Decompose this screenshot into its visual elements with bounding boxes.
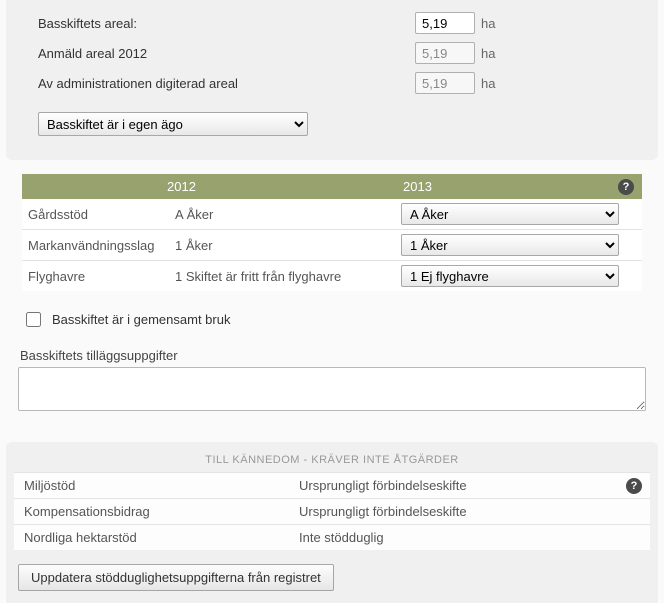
table-header-blank bbox=[22, 174, 167, 199]
shared-use-row: Basskiftet är i gemensamt bruk bbox=[18, 291, 646, 340]
row-2013-cell: 1 Åker bbox=[393, 230, 642, 261]
notice-row-value: Inte stödduglig bbox=[299, 530, 384, 545]
update-eligibility-button[interactable]: Uppdatera stödduglighetsuppgifterna från… bbox=[18, 564, 334, 591]
row-2012-value: 1 Skiftet är fritt från flyghavre bbox=[167, 261, 393, 292]
areal-row-1: Anmäld areal 2012 ha bbox=[20, 38, 644, 68]
row-2013-cell: A Åker bbox=[393, 199, 642, 230]
shared-use-label: Basskiftet är i gemensamt bruk bbox=[52, 312, 230, 327]
row-label: Markanvändningsslag bbox=[22, 230, 167, 261]
notice-row-value: Ursprungligt förbindelseskifte bbox=[299, 478, 467, 493]
markanvandning-select[interactable]: 1 Åker bbox=[401, 234, 619, 256]
gardsstod-select[interactable]: A Åker bbox=[401, 203, 619, 225]
extra-info-textarea[interactable] bbox=[18, 367, 646, 411]
anmald-areal-input bbox=[415, 42, 475, 64]
unit-label: ha bbox=[481, 46, 495, 61]
areal-label: Basskiftets areal: bbox=[20, 16, 415, 31]
notice-row: Nordliga hektarstöd Inte stödduglig bbox=[14, 524, 650, 550]
row-label: Gårdsstöd bbox=[22, 199, 167, 230]
row-2012-value: A Åker bbox=[167, 199, 393, 230]
areal-label: Anmäld areal 2012 bbox=[20, 46, 415, 61]
notice-row-label: Miljöstöd bbox=[24, 478, 299, 493]
unit-label: ha bbox=[481, 76, 495, 91]
row-2013-cell: 1 Ej flyghavre bbox=[393, 261, 642, 292]
update-button-wrap: Uppdatera stödduglighetsuppgifterna från… bbox=[14, 550, 650, 591]
areal-row-2: Av administrationen digiterad areal ha bbox=[20, 68, 644, 98]
ownership-select-wrap: Basskiftet är i egen ägo bbox=[20, 98, 644, 140]
notice-row-value: Ursprungligt förbindelseskifte bbox=[299, 504, 467, 519]
table-row: Markanvändningsslag 1 Åker 1 Åker bbox=[22, 230, 642, 261]
row-2012-value: 1 Åker bbox=[167, 230, 393, 261]
notice-row-label: Kompensationsbidrag bbox=[24, 504, 299, 519]
help-icon[interactable]: ? bbox=[618, 179, 634, 195]
notice-row: Kompensationsbidrag Ursprungligt förbind… bbox=[14, 498, 650, 524]
ownership-select[interactable]: Basskiftet är i egen ägo bbox=[38, 112, 308, 136]
flyghavre-select[interactable]: 1 Ej flyghavre bbox=[401, 265, 619, 287]
basskifte-areal-input[interactable] bbox=[415, 12, 475, 34]
help-icon[interactable]: ? bbox=[626, 478, 642, 494]
notice-row: Miljöstöd Ursprungligt förbindelseskifte… bbox=[14, 472, 650, 498]
table-row: Gårdsstöd A Åker A Åker bbox=[22, 199, 642, 230]
top-panel: Basskiftets areal: ha Anmäld areal 2012 … bbox=[6, 0, 658, 160]
notice-row-label: Nordliga hektarstöd bbox=[24, 530, 299, 545]
notice-panel: TILL KÄNNEDOM - KRÄVER INTE ÅTGÄRDER Mil… bbox=[6, 442, 658, 603]
year-comparison-table: 2012 2013 ? Gårdsstöd A Åker A Åker Mark… bbox=[22, 174, 642, 291]
table-row: Flyghavre 1 Skiftet är fritt från flygha… bbox=[22, 261, 642, 292]
row-label: Flyghavre bbox=[22, 261, 167, 292]
areal-label: Av administrationen digiterad areal bbox=[20, 76, 415, 91]
notice-heading: TILL KÄNNEDOM - KRÄVER INTE ÅTGÄRDER bbox=[14, 450, 650, 472]
unit-label: ha bbox=[481, 16, 495, 31]
header-2013-label: 2013 bbox=[403, 179, 432, 194]
shared-use-checkbox[interactable] bbox=[26, 312, 41, 327]
table-header-2012: 2012 bbox=[167, 174, 393, 199]
table-header-2013: 2013 ? bbox=[393, 174, 642, 199]
areal-row-0: Basskiftets areal: ha bbox=[20, 8, 644, 38]
extra-info-label: Basskiftets tilläggsuppgifter bbox=[18, 340, 646, 367]
digiterad-areal-input bbox=[415, 72, 475, 94]
